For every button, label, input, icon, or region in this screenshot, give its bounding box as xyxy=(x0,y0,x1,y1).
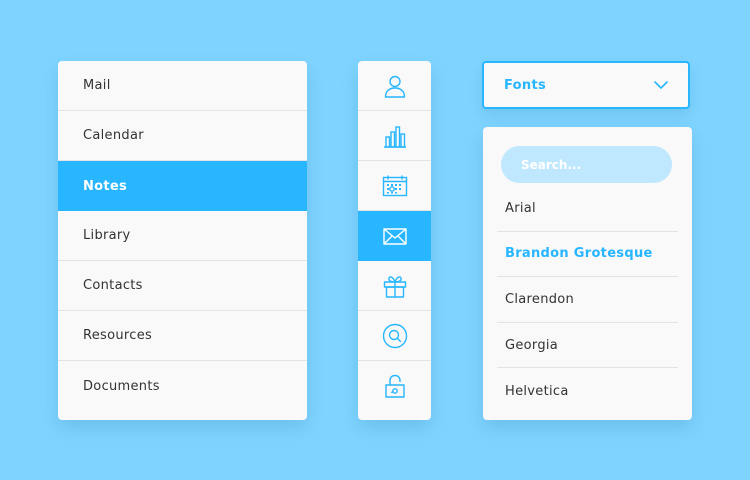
menu-item-contacts[interactable]: Contacts xyxy=(58,261,307,311)
chevron-down-icon xyxy=(654,81,668,89)
icon-button-stats[interactable] xyxy=(358,111,431,161)
icon-button-lock[interactable] xyxy=(358,361,431,411)
font-dropdown-list: Arial Brandon Grotesque Clarendon Georgi… xyxy=(483,127,692,420)
font-select[interactable]: Fonts xyxy=(482,61,690,109)
menu-item-mail[interactable]: Mail xyxy=(58,61,307,111)
calendar-icon xyxy=(382,175,407,196)
option-label: Georgia xyxy=(505,337,559,353)
option-helvetica[interactable]: Helvetica xyxy=(497,368,678,414)
search-circle-icon xyxy=(382,323,407,348)
bar-chart-icon xyxy=(383,125,406,148)
option-brandon-grotesque[interactable]: Brandon Grotesque xyxy=(497,232,678,278)
font-options: Arial Brandon Grotesque Clarendon Georgi… xyxy=(497,186,678,414)
menu-item-label: Calendar xyxy=(83,128,144,143)
icon-toolbar xyxy=(358,61,431,420)
option-label: Clarendon xyxy=(505,291,575,307)
menu-item-documents[interactable]: Documents xyxy=(58,361,307,411)
menu-item-library[interactable]: Library xyxy=(58,211,307,261)
font-select-label: Fonts xyxy=(504,77,546,93)
mail-icon xyxy=(382,228,407,245)
menu-item-label: Documents xyxy=(83,378,160,394)
icon-button-user[interactable] xyxy=(358,61,431,111)
icon-button-gift[interactable] xyxy=(358,261,431,311)
menu-item-notes[interactable]: Notes xyxy=(58,161,307,211)
option-arial[interactable]: Arial xyxy=(497,186,678,232)
icon-button-calendar[interactable] xyxy=(358,161,431,211)
option-label: Helvetica xyxy=(505,383,569,399)
icon-button-search[interactable] xyxy=(358,311,431,361)
option-label: Brandon Grotesque xyxy=(505,246,653,262)
user-icon xyxy=(384,75,405,98)
menu-item-label: Library xyxy=(83,228,131,243)
search-input[interactable] xyxy=(501,146,672,183)
menu-item-calendar[interactable]: Calendar xyxy=(58,111,307,161)
menu-item-resources[interactable]: Resources xyxy=(58,311,307,361)
lock-icon xyxy=(384,374,405,398)
navigation-menu: Mail Calendar Notes Library Contacts Res… xyxy=(58,61,307,420)
gift-icon xyxy=(383,275,406,298)
menu-item-label: Notes xyxy=(83,178,128,194)
option-label: Arial xyxy=(505,200,536,216)
menu-item-label: Contacts xyxy=(83,278,143,293)
option-georgia[interactable]: Georgia xyxy=(497,323,678,369)
menu-item-label: Mail xyxy=(83,78,111,93)
icon-button-mail[interactable] xyxy=(358,211,431,261)
option-clarendon[interactable]: Clarendon xyxy=(497,277,678,323)
menu-item-label: Resources xyxy=(83,328,153,343)
